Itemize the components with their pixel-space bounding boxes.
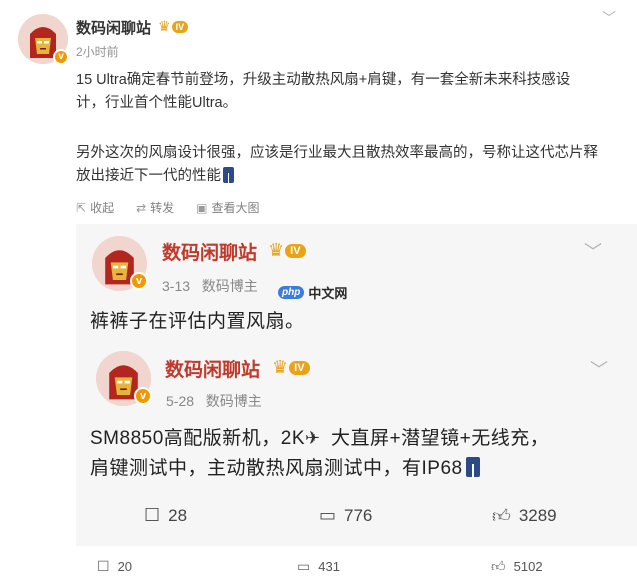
- jeans-emoji-icon: [465, 457, 480, 477]
- comment-button[interactable]: ▭ 431: [297, 558, 340, 575]
- like-button[interactable]: 👍︎ 5102: [491, 558, 543, 575]
- comment-meta: 3-13 数码博主: [162, 278, 258, 294]
- thumbs-up-icon: 👍︎: [492, 506, 511, 526]
- bottom-action-bar: ☐ 20 ▭ 431 👍︎ 5102: [0, 552, 637, 585]
- watermark-text: 中文网: [308, 286, 348, 301]
- crown-icon: ♛: [272, 357, 289, 377]
- collapse-icon: ⇱: [76, 200, 87, 215]
- crown-icon: ♛: [158, 18, 171, 34]
- comment-text: SM8850高配版新机，2K ✈ 大直屏+潜望镜+无线充， 肩键测试中，主动散热风…: [90, 423, 549, 484]
- comment-line: 肩键测试中，主动散热风扇测试中，有IP68: [90, 454, 549, 484]
- crown-icon: ♛: [268, 240, 285, 260]
- chevron-down-icon[interactable]: ﹀: [590, 356, 608, 382]
- chevron-down-icon[interactable]: ﹀: [602, 8, 616, 28]
- comment-text: 裤裤子在评估内置风扇。: [90, 311, 305, 332]
- comment-author[interactable]: 数码闲聊站: [165, 355, 260, 382]
- chevron-down-icon[interactable]: ﹀: [584, 238, 602, 264]
- card-actions: ☐ 28 ▭ 776 👍︎ 3289: [76, 505, 637, 529]
- weibo-post: v 数码闲聊站 ♛ IV 2小时前 ﹀ 15 Ultra确定春节前登场，升级主动…: [0, 0, 637, 585]
- post-mini-actions: ⇱ 收起 ⇄ 转发 ▣ 查看大图: [76, 199, 260, 216]
- image-icon: ▣: [196, 200, 208, 215]
- card-comment-button[interactable]: ▭ 776: [319, 505, 372, 526]
- comment-line: SM8850高配版新机，2K ✈ 大直屏+潜望镜+无线充，: [90, 423, 549, 454]
- post-text-2: 另外这次的风扇设计很强，应该是行业最大且散热效率最高的，号称让这代芯片释 放出接…: [76, 142, 624, 188]
- post-line: 另外这次的风扇设计很强，应该是行业最大且散热效率最高的，号称让这代芯片释: [76, 145, 598, 161]
- collect-button[interactable]: ⇱ 收起: [76, 199, 114, 216]
- post-line: 放出接近下一代的性能: [76, 165, 624, 188]
- card-like-button[interactable]: 👍︎ 3289: [492, 505, 557, 527]
- jeans-emoji-icon: [223, 167, 234, 183]
- thumbs-up-icon: 👍︎: [491, 558, 506, 574]
- verified-badge: v: [53, 49, 69, 65]
- repost-card[interactable]: [76, 224, 637, 546]
- comment-icon: ▭: [319, 505, 337, 525]
- post-text: 15 Ultra确定春节前登场，升级主动散热风扇+肩键，有一套全新未来科技感设 …: [76, 69, 624, 115]
- post-line: 15 Ultra确定春节前登场，升级主动散热风扇+肩键，有一套全新未来科技感设: [76, 72, 571, 88]
- watermark: php 中文网: [278, 283, 347, 302]
- view-image-link[interactable]: ▣ 查看大图: [196, 199, 259, 216]
- plane-emoji-icon: ✈: [305, 428, 321, 448]
- post-line: 计，行业首个性能Ultra。: [76, 95, 238, 111]
- repost-icon: ⇄: [136, 200, 147, 215]
- verified-badge: v: [130, 272, 148, 290]
- repost-link[interactable]: ⇄ 转发: [136, 199, 174, 216]
- post-time[interactable]: 2小时前: [76, 43, 119, 60]
- level-badge: ♛ IV: [268, 240, 306, 261]
- watermark-logo: php: [278, 286, 305, 299]
- comment-meta: 5-28 数码博主: [166, 393, 262, 409]
- level-badge: ♛ IV: [158, 18, 189, 35]
- repost-icon: ☐: [97, 558, 110, 574]
- comment-author[interactable]: 数码闲聊站: [162, 238, 257, 265]
- edit-repost-icon: ☐: [144, 505, 161, 525]
- card-repost-button[interactable]: ☐ 28: [144, 505, 187, 526]
- verified-badge: v: [134, 387, 152, 405]
- comment-icon: ▭: [297, 558, 311, 574]
- author-name[interactable]: 数码闲聊站: [76, 17, 151, 38]
- repost-button[interactable]: ☐ 20: [97, 558, 132, 575]
- level-badge: ♛ IV: [272, 357, 310, 378]
